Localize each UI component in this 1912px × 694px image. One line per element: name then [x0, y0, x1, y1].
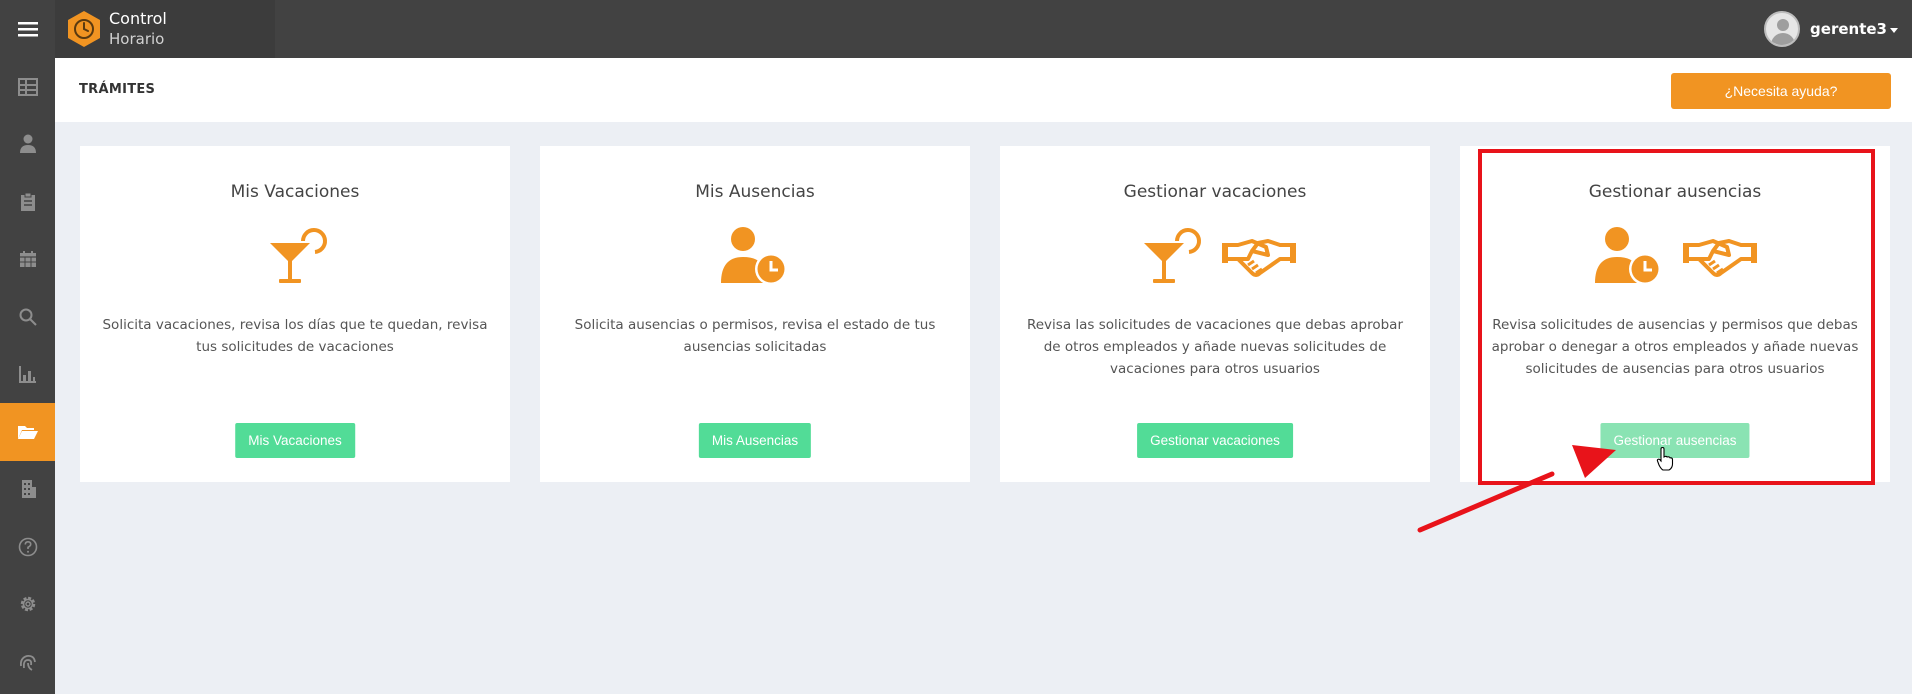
calendar-icon — [19, 251, 36, 268]
user-icon — [19, 134, 36, 154]
brand-line-1: Control — [109, 9, 167, 28]
sidebar-item-reports[interactable] — [0, 346, 55, 404]
card-title: Mis Ausencias — [695, 182, 815, 202]
help-circle-icon — [18, 537, 37, 557]
card-mis-ausencias: Mis Ausencias Solicita ausencias o permi… — [540, 146, 970, 482]
building-icon — [21, 480, 36, 499]
card-icons — [80, 224, 510, 288]
card-description: Solicita ausencias o permisos, revisa el… — [574, 317, 936, 355]
folder-open-icon — [17, 425, 38, 439]
sidebar-item-search[interactable] — [0, 288, 55, 346]
report-chart-icon — [18, 366, 36, 384]
clipboard-icon — [20, 192, 35, 211]
highlight-box — [1478, 149, 1875, 485]
card-title: Gestionar vacaciones — [1123, 182, 1307, 202]
search-icon — [19, 308, 37, 326]
help-button[interactable]: ¿Necesita ayuda? — [1671, 73, 1891, 109]
card-gestionar-vacaciones: Gestionar vacaciones Revisa las solicitu… — [1000, 146, 1430, 482]
mis-vacaciones-button[interactable]: Mis Vacaciones — [235, 423, 355, 458]
menu-toggle-button[interactable] — [0, 0, 55, 58]
sidebar-item-help[interactable] — [0, 518, 55, 576]
card-icons — [1000, 224, 1430, 288]
card-description: Solicita vacaciones, revisa los días que… — [102, 317, 488, 355]
sidebar-item-fingerprint[interactable] — [0, 633, 55, 691]
gear-icon — [20, 597, 35, 612]
sidebar-item-dashboard[interactable] — [0, 58, 55, 116]
user-clock-icon — [721, 227, 787, 285]
user-menu[interactable]: gerente3 — [1764, 0, 1898, 58]
card-mis-vacaciones: Mis Vacaciones Solicita vacaciones, revi… — [80, 146, 510, 482]
card-icons — [540, 224, 970, 288]
page-title: TRÁMITES — [79, 82, 156, 97]
page-header: TRÁMITES ¿Necesita ayuda? — [55, 58, 1912, 122]
username[interactable]: gerente3 — [1810, 20, 1887, 38]
handshake-icon — [1222, 239, 1296, 277]
fingerprint-icon — [19, 654, 36, 671]
brand-line-2: Horario — [109, 30, 165, 48]
sidebar-item-company[interactable] — [0, 461, 55, 519]
card-title: Mis Vacaciones — [230, 182, 360, 202]
card-description: Revisa las solicitudes de vacaciones que… — [1026, 317, 1404, 377]
brand-logo[interactable]: Control Horario — [55, 0, 275, 58]
top-bar: Control Horario gerente3 — [0, 0, 1912, 58]
sidebar-item-users[interactable] — [0, 116, 55, 174]
sidebar-item-calendar[interactable] — [0, 231, 55, 289]
hamburger-icon — [17, 22, 38, 37]
mis-ausencias-button[interactable]: Mis Ausencias — [698, 423, 812, 458]
caret-down-icon[interactable] — [1890, 27, 1898, 33]
sidebar-item-tramites[interactable] — [0, 403, 55, 461]
cocktail-icon — [270, 228, 327, 283]
clock-logo-icon — [68, 11, 100, 47]
sidebar-item-settings[interactable] — [0, 576, 55, 634]
hand-pointer-icon — [1656, 447, 1674, 471]
gestionar-vacaciones-button[interactable]: Gestionar vacaciones — [1137, 423, 1293, 458]
sidebar — [0, 58, 55, 694]
cocktail-icon — [1144, 228, 1201, 283]
brand-name: Control Horario — [109, 9, 167, 49]
sidebar-item-clipboard[interactable] — [0, 173, 55, 231]
dashboard-grid-icon — [17, 77, 38, 96]
avatar[interactable] — [1764, 11, 1801, 47]
